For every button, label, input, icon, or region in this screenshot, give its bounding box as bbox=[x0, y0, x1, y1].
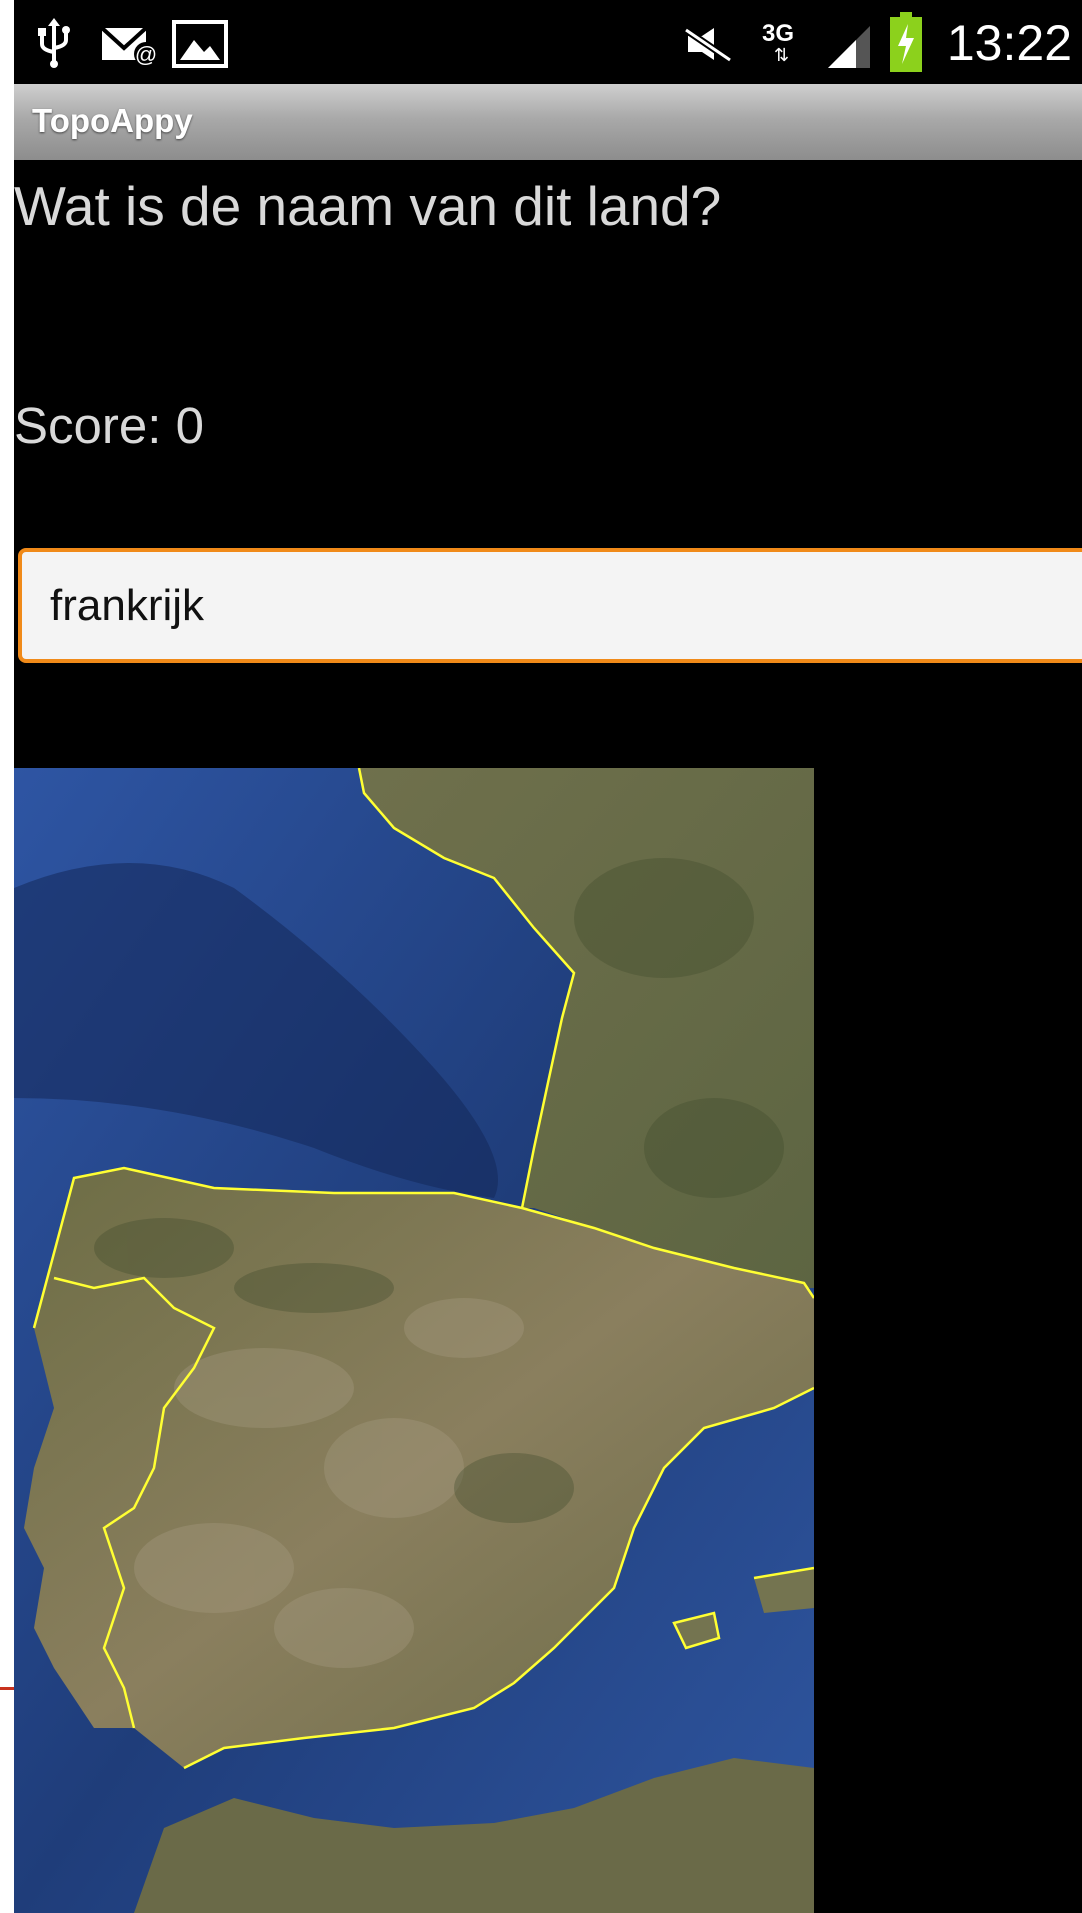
country-map-image bbox=[14, 768, 814, 1913]
answer-input[interactable] bbox=[18, 548, 1082, 663]
question-label: Wat is de naam van dit land? bbox=[14, 175, 722, 237]
battery-charging-icon bbox=[890, 12, 922, 72]
email-icon: @ bbox=[100, 26, 158, 66]
network-3g-icon: 3G ⇅ bbox=[762, 20, 795, 65]
app-title-bar: TopoAppy bbox=[14, 84, 1082, 160]
image-notification-icon bbox=[172, 20, 228, 68]
status-time: 13:22 bbox=[946, 15, 1072, 71]
mute-icon bbox=[684, 27, 732, 63]
score-label: Score: 0 bbox=[14, 397, 204, 454]
network-type-label: 3G bbox=[762, 20, 795, 47]
app-title: TopoAppy bbox=[32, 102, 193, 139]
status-bar: @ 3G ⇅ 13:22 bbox=[14, 0, 1082, 84]
red-marker-line bbox=[0, 1687, 14, 1690]
app-screen: @ 3G ⇅ 13:22 TopoAppy Wat is de naam van… bbox=[14, 0, 1082, 1913]
svg-text:@: @ bbox=[135, 42, 157, 66]
signal-icon bbox=[828, 26, 870, 68]
usb-icon bbox=[38, 18, 70, 68]
